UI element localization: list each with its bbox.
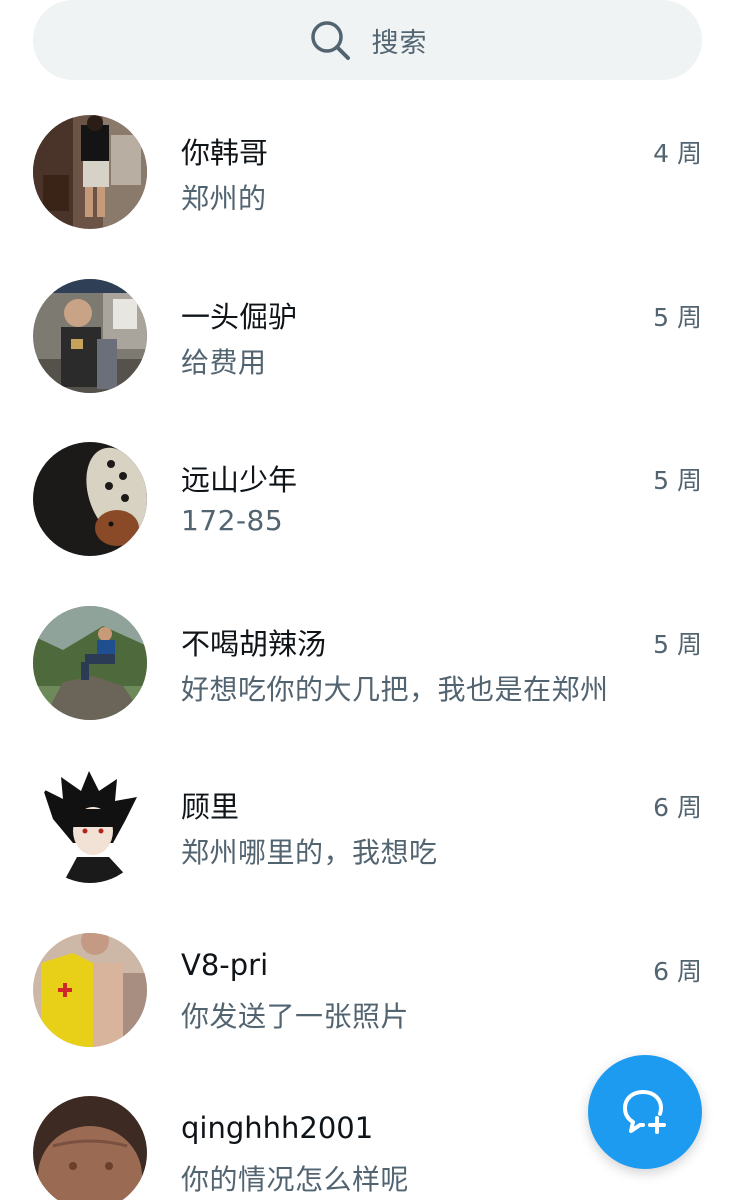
conversation-preview: 郑州哪里的，我想吃: [181, 836, 438, 869]
avatar[interactable]: [33, 1096, 147, 1200]
conversation-preview: 你发送了一张照片: [181, 999, 410, 1033]
search-placeholder: 搜索: [371, 27, 428, 59]
conversation-name: 顾里: [181, 790, 240, 824]
conversation-item[interactable]: 远山少年 5 周 172-85: [0, 435, 735, 599]
conversation-name: 一头倔驴: [181, 299, 298, 334]
conversation-preview: 郑州的: [181, 182, 267, 215]
avatar[interactable]: [33, 278, 147, 393]
conversation-time: 6 周: [653, 793, 702, 822]
messages-screen: 搜索 你韩哥 4 周 郑州的 一头倔驴 5 周 给费用 远山少年 5 周 172…: [0, 0, 735, 1200]
conversation-name: 你韩哥: [181, 136, 269, 170]
conversation-time: 5 周: [653, 629, 702, 659]
search-icon: [308, 18, 352, 62]
conversation-time: 6 周: [653, 956, 702, 986]
avatar[interactable]: [33, 769, 147, 883]
conversation-time: 5 周: [653, 466, 702, 495]
search-bar[interactable]: 搜索: [33, 0, 702, 80]
conversation-name: qinghhh2001: [181, 1111, 374, 1145]
conversation-item[interactable]: 顾里 6 周 郑州哪里的，我想吃: [0, 762, 735, 926]
conversation-item[interactable]: 你韩哥 4 周 郑州的: [0, 108, 735, 272]
conversation-time: 4 周: [653, 139, 702, 168]
conversation-name: V8-pri: [181, 947, 269, 982]
conversation-name: 不喝胡辣汤: [181, 626, 327, 661]
new-message-button[interactable]: [588, 1055, 702, 1169]
avatar[interactable]: [33, 115, 147, 229]
conversation-preview: 好想吃你的大几把，我也是在郑州: [181, 672, 609, 706]
conversation-item[interactable]: 不喝胡辣汤 5 周 好想吃你的大几把，我也是在郑州: [0, 599, 735, 763]
avatar[interactable]: [33, 442, 147, 556]
conversation-list: 你韩哥 4 周 郑州的 一头倔驴 5 周 给费用 远山少年 5 周 172-85…: [0, 108, 735, 1200]
avatar[interactable]: [33, 932, 147, 1047]
avatar[interactable]: [33, 605, 147, 720]
conversation-preview: 你的情况怎么样呢: [181, 1163, 410, 1196]
conversation-item[interactable]: 一头倔驴 5 周 给费用: [0, 272, 735, 436]
conversation-time: 5 周: [653, 302, 702, 332]
conversation-preview: 172-85: [181, 504, 284, 537]
new-message-icon: [623, 1090, 666, 1134]
conversation-preview: 给费用: [181, 345, 267, 379]
conversation-name: 远山少年: [181, 463, 298, 497]
